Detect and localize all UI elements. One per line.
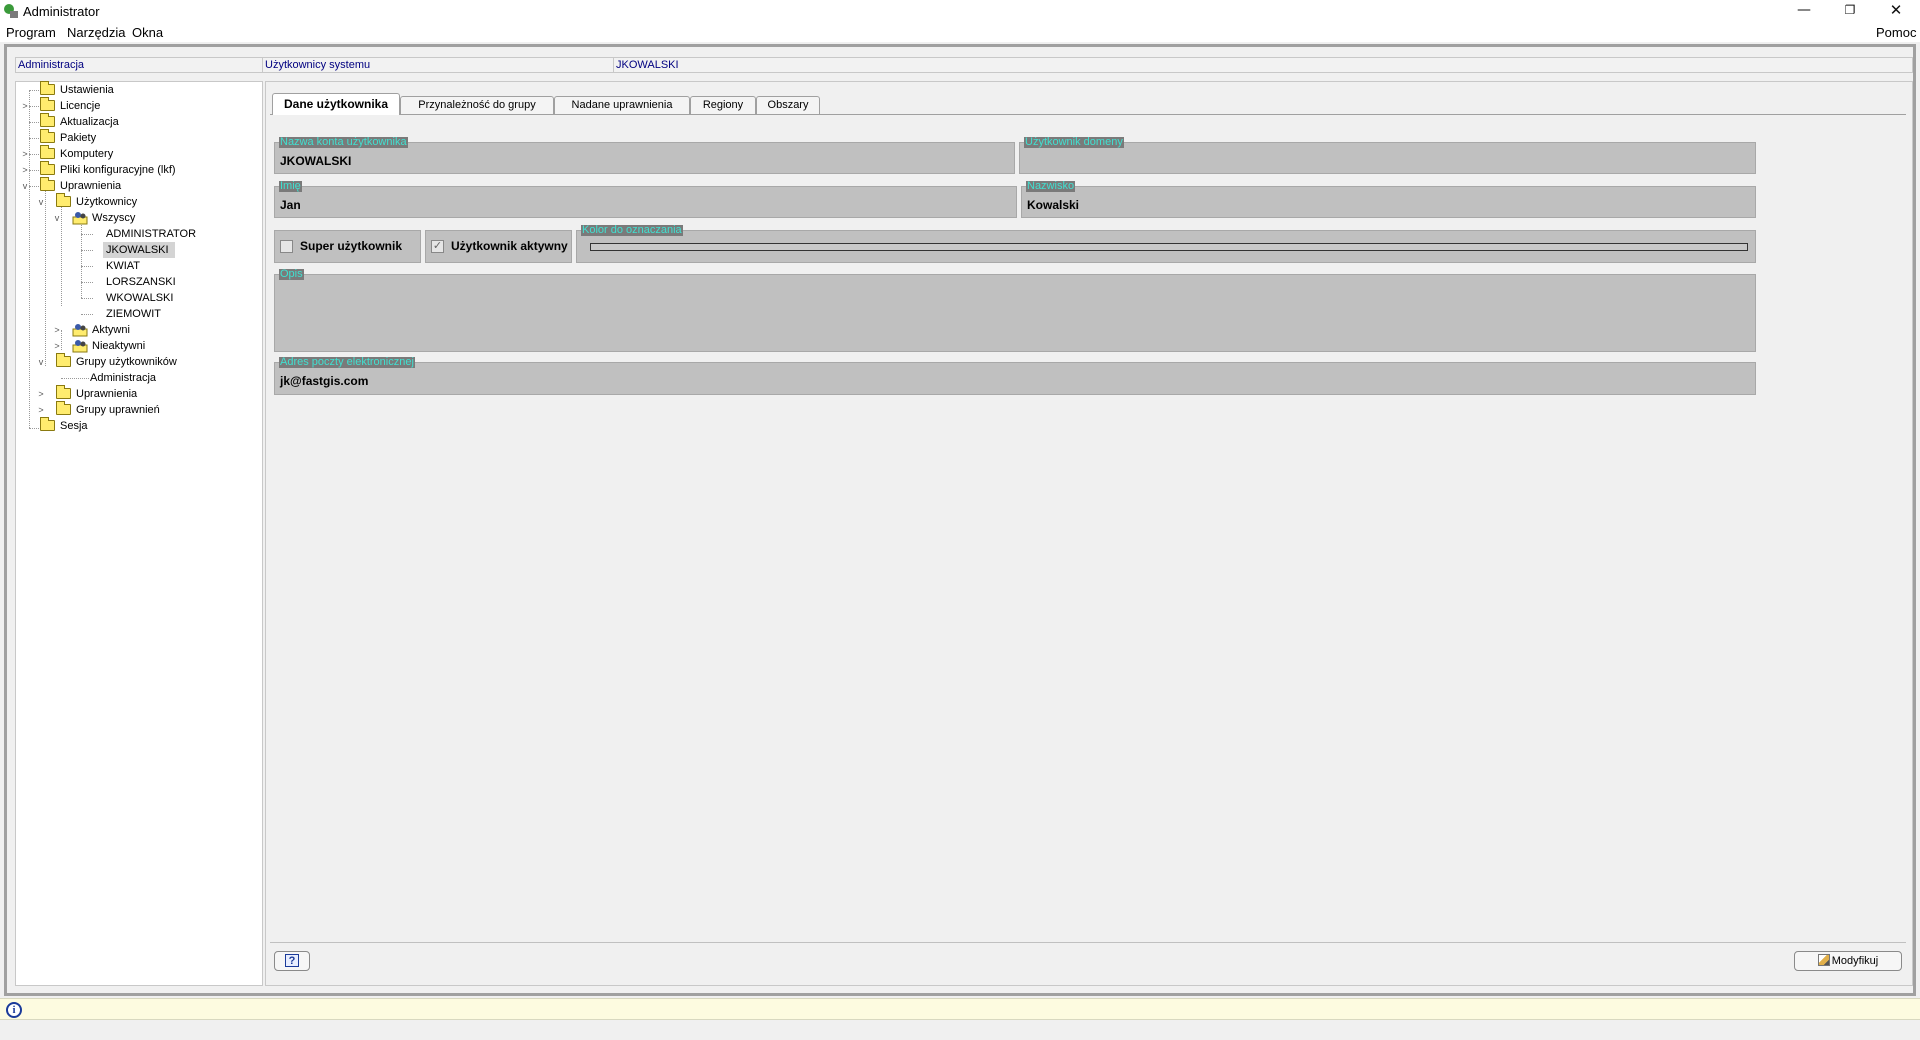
menu-bar: Program Narzędzia Okna Pomoc: [0, 22, 1920, 42]
last-name-field[interactable]: Nazwisko Kowalski: [1021, 181, 1756, 218]
folder-icon: [40, 129, 55, 143]
chevron-right-icon[interactable]: >: [20, 146, 30, 162]
modify-button[interactable]: Modyfikuj: [1794, 951, 1902, 971]
color-field[interactable]: Kolor do oznaczania: [576, 225, 1756, 263]
folder-icon: [40, 145, 55, 159]
minimize-button[interactable]: —: [1781, 0, 1827, 22]
modify-button-label: Modyfikuj: [1831, 955, 1879, 967]
restore-button[interactable]: ❐: [1827, 0, 1873, 22]
folder-icon: [56, 401, 71, 415]
header-view: Użytkownicy systemu: [262, 57, 614, 73]
app-icon: [4, 4, 18, 18]
users-group-icon: [72, 212, 88, 225]
email-field[interactable]: Adres poczty elektronicznej jk@fastgis.c…: [274, 357, 1756, 395]
detail-panel: Dane użytkownika Przynależność do grupy …: [265, 81, 1913, 986]
header-section: Administracja: [15, 57, 263, 73]
account-name-field[interactable]: Nazwa konta użytkownika JKOWALSKI: [274, 137, 1015, 174]
chevron-right-icon[interactable]: >: [20, 162, 30, 178]
folder-icon: [56, 193, 71, 207]
folder-icon: [40, 417, 55, 431]
users-group-icon: [72, 340, 88, 353]
footer-divider: [270, 942, 1906, 943]
description-field[interactable]: Opis: [274, 269, 1756, 352]
chevron-right-icon[interactable]: >: [36, 402, 46, 418]
menu-narzedzia[interactable]: Narzędzia: [67, 25, 126, 40]
menu-program[interactable]: Program: [6, 25, 56, 40]
active-user-checkbox[interactable]: ✓ Użytkownik aktywny: [425, 230, 572, 263]
main-frame: Administracja Użytkownicy systemu JKOWAL…: [4, 44, 1916, 996]
chevron-down-icon[interactable]: v: [36, 194, 46, 210]
window-title: Administrator: [23, 4, 100, 19]
checkbox-unchecked[interactable]: [280, 240, 293, 253]
tab-przynaleznosc[interactable]: Przynależność do grupy: [400, 96, 554, 114]
header-record: JKOWALSKI: [613, 57, 1913, 73]
first-name-field[interactable]: Imię Jan: [274, 181, 1017, 218]
info-icon[interactable]: i: [6, 1002, 22, 1018]
status-bar: i: [0, 998, 1920, 1020]
chevron-right-icon[interactable]: >: [36, 386, 46, 402]
tab-regiony[interactable]: Regiony: [690, 96, 756, 114]
menu-okna[interactable]: Okna: [132, 25, 163, 40]
folder-icon: [56, 353, 71, 367]
chevron-right-icon[interactable]: >: [20, 98, 30, 114]
color-swatch[interactable]: [590, 243, 1748, 251]
super-user-checkbox[interactable]: Super użytkownik: [274, 230, 421, 263]
menu-pomoc[interactable]: Pomoc: [1876, 25, 1916, 40]
tab-obszary[interactable]: Obszary: [756, 96, 820, 114]
tab-divider: [270, 114, 1906, 115]
tab-dane-uzytkownika[interactable]: Dane użytkownika: [272, 93, 400, 115]
folder-icon: [40, 113, 55, 127]
chevron-right-icon[interactable]: >: [52, 338, 62, 354]
checkmark-icon[interactable]: ✓: [431, 240, 444, 253]
folder-icon: [40, 177, 55, 191]
users-group-icon: [72, 324, 88, 337]
folder-icon: [40, 81, 55, 95]
help-icon: ?: [285, 954, 299, 967]
folder-icon: [40, 97, 55, 111]
title-bar: Administrator — ❐ ✕: [0, 0, 1920, 22]
folder-icon: [56, 385, 71, 399]
help-button[interactable]: ?: [274, 951, 310, 971]
chevron-down-icon[interactable]: v: [20, 178, 30, 194]
chevron-down-icon[interactable]: v: [52, 210, 62, 226]
domain-user-field[interactable]: Użytkownik domeny: [1019, 137, 1756, 174]
chevron-right-icon[interactable]: >: [52, 322, 62, 338]
chevron-down-icon[interactable]: v: [36, 354, 46, 370]
folder-icon: [40, 161, 55, 175]
close-button[interactable]: ✕: [1873, 0, 1919, 22]
tab-nadane-uprawnienia[interactable]: Nadane uprawnienia: [554, 96, 690, 114]
pencil-icon: [1817, 954, 1830, 966]
navigation-tree: Ustawienia > Licencje Aktualizacja Pakie…: [15, 81, 263, 986]
